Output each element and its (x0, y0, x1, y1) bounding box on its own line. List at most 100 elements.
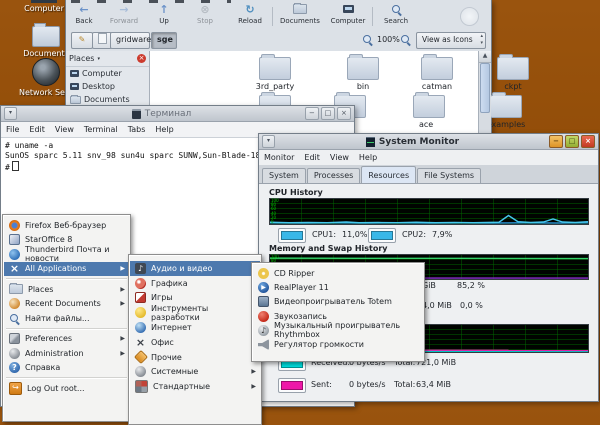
preferences-icon (9, 333, 20, 344)
menu-terminal[interactable]: Terminal (84, 125, 118, 134)
menu-help[interactable]: Help (155, 125, 173, 134)
cpu1-color-button[interactable] (278, 228, 306, 243)
totem-icon (258, 296, 269, 307)
system-monitor-menubar: Monitor Edit View Help (259, 150, 598, 166)
internet-icon (135, 322, 146, 333)
tab-system[interactable]: System (262, 168, 306, 183)
submenu-arrow-icon: ▶ (120, 335, 125, 342)
tab-processes[interactable]: Processes (307, 168, 360, 183)
menu-item-thunderbird[interactable]: Thunderbird Почта и новости (4, 247, 129, 262)
reload-button[interactable]: ↻ Reload (233, 4, 267, 25)
window-menu-icon[interactable]: ▾ (262, 135, 275, 148)
menu-item-totem[interactable]: Видеопроигрыватель Totem (253, 295, 423, 309)
menu-item-find-files[interactable]: Найти файлы... (4, 311, 129, 326)
maximize-button[interactable]: □ (565, 135, 579, 148)
submenu-arrow-icon: ▶ (120, 300, 125, 307)
menu-item-all-applications[interactable]: × All Applications ▶ (4, 262, 129, 277)
minimize-button[interactable]: − (305, 107, 319, 120)
graphics-icon (135, 278, 146, 289)
minimize-button[interactable]: − (549, 135, 563, 148)
folder-3rd-party[interactable]: 3rd_party (245, 57, 305, 91)
sent-label: Sent: (311, 380, 332, 389)
close-sidebar-icon[interactable]: × (137, 54, 146, 63)
menu-view[interactable]: View (330, 153, 349, 162)
menu-item-administration[interactable]: Administration ▶ (4, 346, 129, 361)
menu-item-office[interactable]: × Офис ▶ (130, 335, 260, 350)
cpu1-label: CPU1: (312, 230, 336, 239)
folder-bin[interactable]: bin (333, 57, 393, 91)
view-mode-dropdown[interactable]: View as Icons ▴▾ (416, 32, 486, 49)
menu-item-firefox[interactable]: Firefox Веб-браузер (4, 218, 129, 233)
folder-icon (276, 4, 324, 17)
menu-item-rhythmbox[interactable]: ♪ Музыкальный проигрыватель Rhythmbox (253, 323, 423, 337)
search-button[interactable]: Search (378, 4, 414, 25)
maximize-button[interactable]: □ (321, 107, 335, 120)
menu-view[interactable]: View (55, 125, 74, 134)
path-segment-gridware[interactable]: gridware (110, 32, 150, 49)
desktop-icon-computer[interactable]: Computer (18, 0, 70, 13)
menu-item-development[interactable]: Инструменты разработки ▶ (130, 305, 260, 320)
computer-button[interactable]: Computer (326, 4, 370, 25)
menu-help[interactable]: Help (359, 153, 377, 162)
system-monitor-titlebar[interactable]: ▾ System Monitor − □ × (259, 134, 598, 150)
menu-item-preferences[interactable]: Preferences ▶ (4, 332, 129, 347)
forward-button[interactable]: → Forward (105, 4, 143, 25)
menu-tabs[interactable]: Tabs (128, 125, 146, 134)
tab-file-systems[interactable]: File Systems (417, 168, 481, 183)
menu-item-internet[interactable]: Интернет ▶ (130, 320, 260, 335)
close-button[interactable]: × (337, 107, 351, 120)
scroll-up-icon[interactable]: ▲ (479, 51, 491, 63)
window-menu-icon[interactable]: ▾ (4, 107, 17, 120)
path-segment-sge[interactable]: sge (151, 32, 177, 49)
documents-button[interactable]: Documents (276, 4, 324, 25)
terminal-titlebar[interactable]: ▾ Терминал − □ × (1, 106, 354, 122)
menu-file[interactable]: File (6, 125, 19, 134)
forward-arrow-icon: → (105, 4, 143, 17)
menu-item-audio-video[interactable]: ♪ Аудио и видео ▶ (130, 261, 260, 276)
folder-ckpt[interactable]: ckpt (483, 57, 543, 91)
edit-location-button[interactable]: ✎ (71, 32, 93, 49)
spinner-arrows-icon: ▴▾ (480, 33, 483, 47)
accessories-icon (135, 380, 148, 393)
up-button[interactable]: ↑ Up (151, 4, 177, 25)
computer-icon (31, 0, 57, 3)
folder-dtrace-partial[interactable]: ace (399, 95, 459, 129)
tab-resources[interactable]: Resources (361, 166, 416, 183)
stop-button[interactable]: ⊗ Stop (191, 4, 219, 25)
desktop-icon (70, 83, 79, 90)
menu-monitor[interactable]: Monitor (264, 153, 294, 162)
zoom-in-icon[interactable] (400, 34, 411, 45)
menu-item-system[interactable]: Системные ▶ (130, 365, 260, 380)
sidebar-item-computer[interactable]: Computer (66, 67, 149, 80)
menu-edit[interactable]: Edit (29, 125, 45, 134)
root-segment-button[interactable] (92, 32, 112, 49)
scrollbar-thumb[interactable] (480, 63, 490, 113)
menu-item-accessories[interactable]: Стандартные ▶ (130, 379, 260, 394)
back-button[interactable]: ← Back (69, 4, 99, 25)
location-bar: ✎ gridware sge 100% View as Icons ▴▾ (66, 29, 491, 52)
menu-item-volume-control[interactable]: Регулятор громкости (253, 337, 423, 351)
document-icon (98, 33, 107, 44)
menu-item-cd-ripper[interactable]: CD Ripper (253, 266, 423, 280)
menu-item-realplayer[interactable]: ▶ RealPlayer 11 (253, 280, 423, 294)
submenu-arrow-icon: ▶ (251, 383, 256, 390)
applications-icon: × (9, 263, 20, 274)
sidebar-item-desktop[interactable]: Desktop (66, 80, 149, 93)
audio-video-icon: ♪ (135, 263, 146, 274)
menu-item-help[interactable]: ? Справка (4, 361, 129, 376)
vertical-scrollbar[interactable]: ▲ (478, 51, 491, 135)
folder-catman[interactable]: catman (407, 57, 467, 91)
menu-item-other[interactable]: Прочие ▶ (130, 350, 260, 365)
zoom-out-icon[interactable] (362, 34, 373, 45)
menu-item-log-out[interactable]: ↪ Log Out root... (4, 381, 129, 396)
menu-item-recent-documents[interactable]: Recent Documents ▶ (4, 297, 129, 312)
sidebar-title[interactable]: Places (69, 54, 94, 63)
sent-color-button[interactable] (278, 378, 306, 393)
close-button[interactable]: × (581, 135, 595, 148)
search-icon (9, 313, 20, 324)
menu-item-places[interactable]: Places ▶ (4, 282, 129, 297)
cpu2-color-button[interactable] (368, 228, 396, 243)
menu-item-graphics[interactable]: Графика ▶ (130, 276, 260, 291)
menu-edit[interactable]: Edit (304, 153, 320, 162)
firefox-icon (9, 220, 20, 231)
